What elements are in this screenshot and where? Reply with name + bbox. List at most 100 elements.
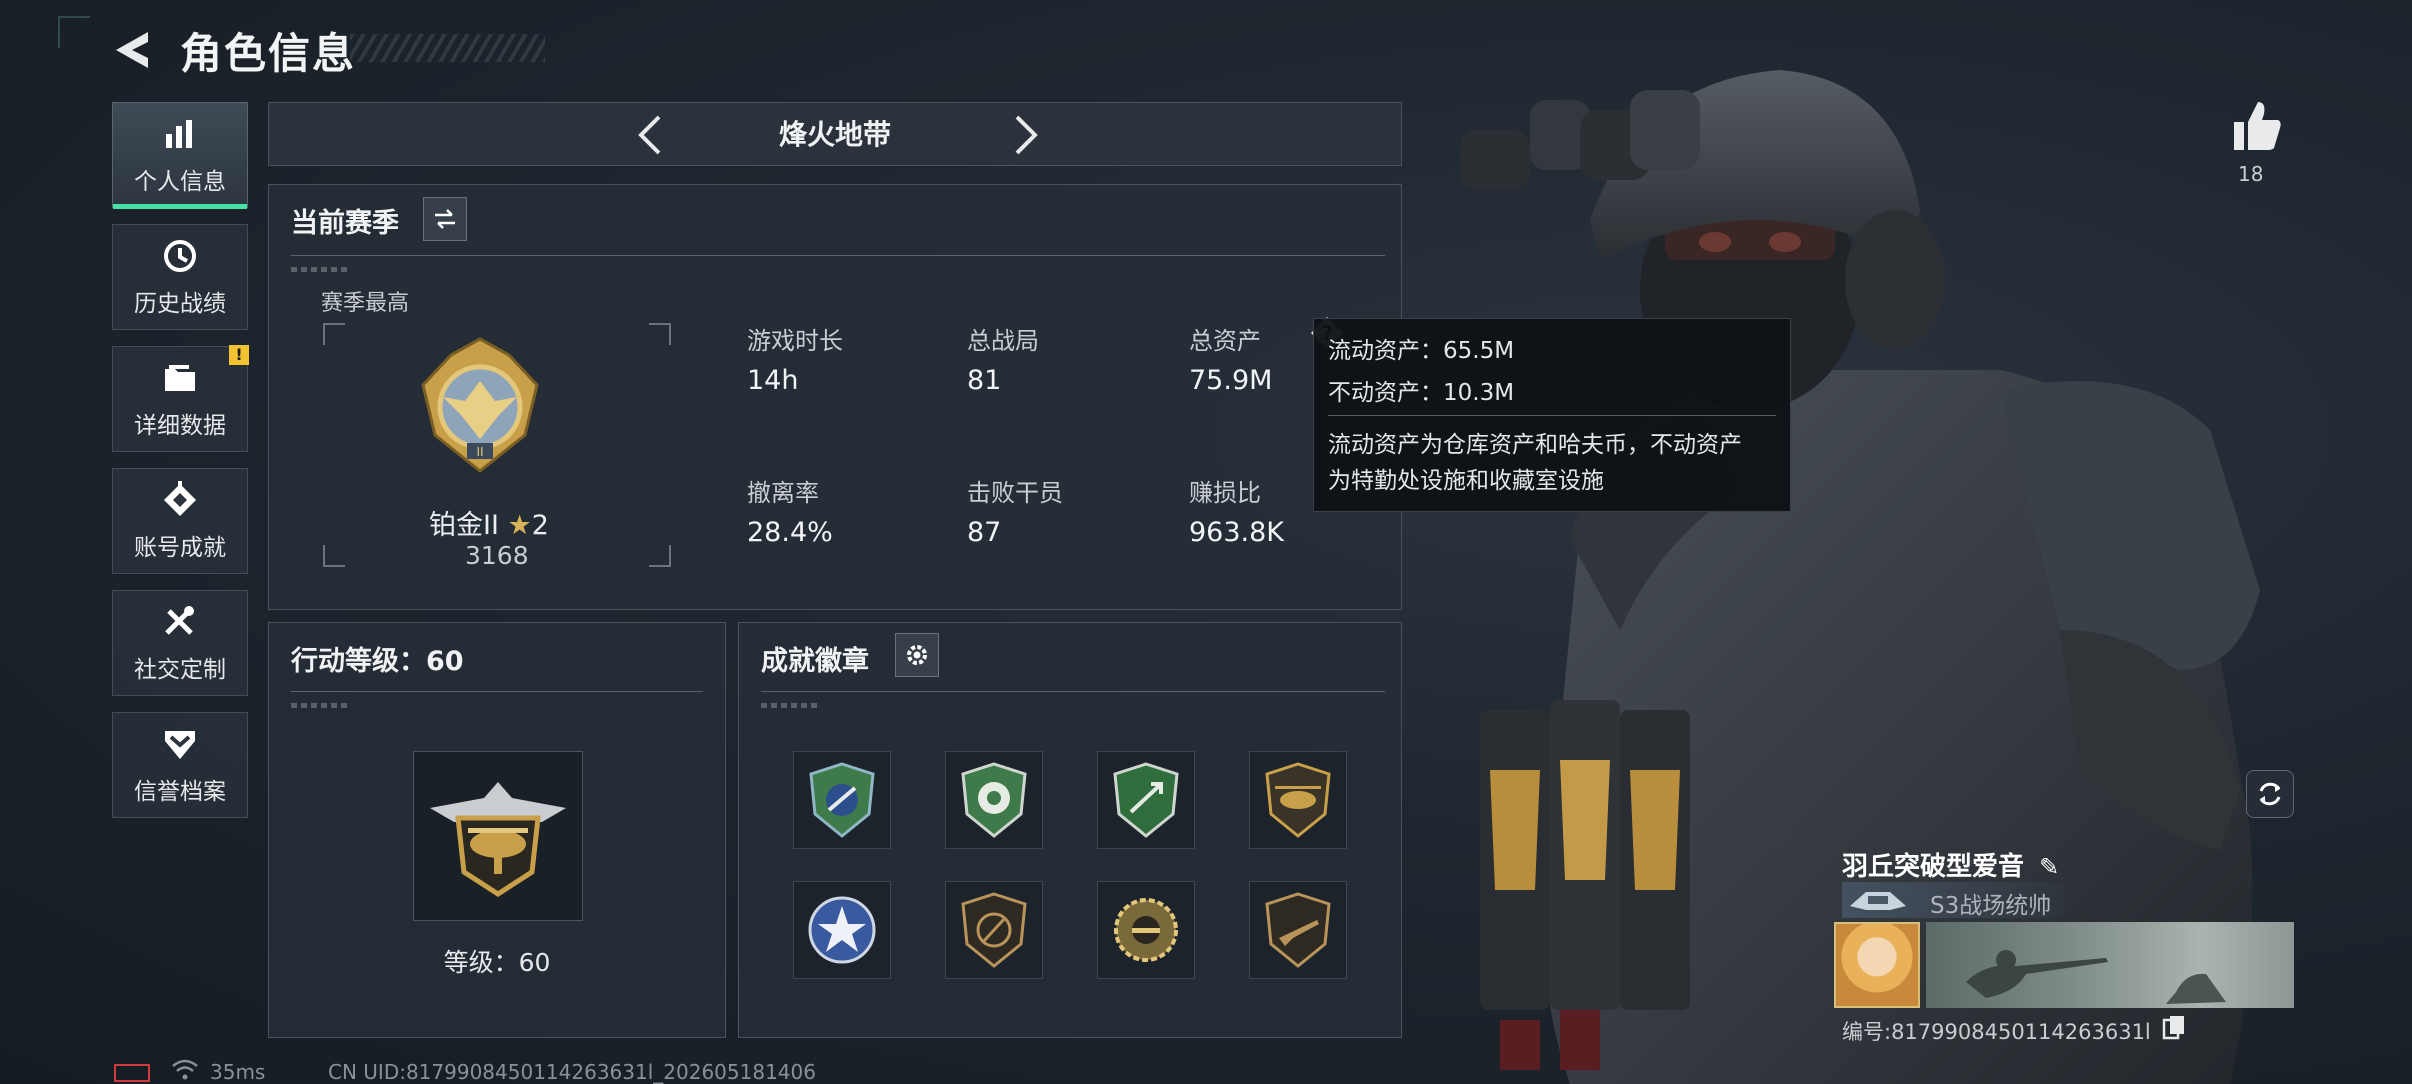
season-best-label: 赛季最高 <box>321 291 410 316</box>
refresh-button[interactable] <box>2246 770 2294 818</box>
action-level-title: 行动等级：60 <box>291 646 464 677</box>
achievement-badges-panel: 成就徽章 <box>738 622 1402 1038</box>
level-emblem-frame <box>413 751 583 921</box>
avatar[interactable] <box>1834 922 1920 1008</box>
like-button[interactable] <box>2226 96 2286 156</box>
badge-slot[interactable] <box>1249 881 1347 979</box>
stat-label-play-time: 游戏时长 <box>747 327 843 355</box>
back-button[interactable] <box>108 26 156 74</box>
player-name: 羽丘突破型爱音 ✎ <box>1842 846 2059 883</box>
title-emblem-icon <box>1850 892 1906 910</box>
title-stripes-decoration <box>350 34 545 62</box>
stat-label-kills: 击败干员 <box>967 479 1063 507</box>
nav-item-personal-info[interactable]: 个人信息 <box>112 102 248 209</box>
like-count: 18 <box>2238 162 2264 186</box>
badge-slot[interactable] <box>793 881 891 979</box>
nav-label: 账号成就 <box>134 535 226 561</box>
assets-description-line2: 为特勤处设施和收藏室设施 <box>1328 468 1604 494</box>
swap-icon <box>435 209 455 229</box>
nav-label: 详细数据 <box>134 413 226 439</box>
rank-tier: 铂金II <box>429 510 499 541</box>
mode-selector: 烽火地带 <box>268 102 1402 166</box>
divider-dots <box>291 267 351 272</box>
frame-corner <box>649 545 671 567</box>
rank-score: 3168 <box>465 541 529 570</box>
assets-tooltip: 流动资产：65.5M 不动资产：10.3M 流动资产为仓库资产和哈夫币，不动资产… <box>1313 318 1791 512</box>
tools-icon <box>160 602 200 642</box>
nav-item-social-custom[interactable]: 社交定制 <box>112 590 248 696</box>
bronze-rifle-badge-icon <box>1265 892 1331 968</box>
next-mode-button[interactable] <box>999 111 1047 159</box>
achievements-title: 成就徽章 <box>761 646 869 677</box>
gear-icon <box>907 645 927 665</box>
nav-label: 历史战绩 <box>134 291 226 317</box>
rank-stars: 2 <box>531 510 549 541</box>
level-text: 等级：60 <box>443 948 551 977</box>
battery-icon <box>114 1064 150 1082</box>
frame-corner <box>323 323 345 345</box>
badge-slot[interactable] <box>1249 751 1347 849</box>
divider <box>761 691 1385 692</box>
svg-text:II: II <box>476 445 483 459</box>
folder-icon <box>160 358 200 398</box>
nav-label: 信誉档案 <box>134 779 226 805</box>
rank-name: 铂金II ★2 <box>429 503 549 542</box>
bronze-shield-badge-icon <box>961 892 1027 968</box>
stat-label-profit-ratio: 赚损比 <box>1189 479 1261 507</box>
tooltip-divider <box>1328 415 1776 416</box>
profile-banner[interactable] <box>1926 922 2294 1008</box>
refresh-icon <box>2259 782 2281 806</box>
stat-value-play-time: 14h <box>747 365 799 396</box>
star-icon: ★ <box>507 510 532 541</box>
nav-item-detailed-data[interactable]: ! 详细数据 <box>112 345 249 452</box>
player-title: S3战场统帅 <box>1930 893 2052 919</box>
badge-settings-button[interactable] <box>895 633 939 677</box>
season-title: 当前赛季 <box>291 208 399 239</box>
stat-value-extract-rate: 28.4% <box>747 517 833 548</box>
divider <box>291 255 1385 256</box>
liquid-assets-text: 流动资产：65.5M <box>1328 338 1515 364</box>
gold-sunburst-badge-icon <box>1114 898 1178 962</box>
bar-chart-icon <box>160 114 200 154</box>
badge-slot[interactable] <box>793 751 891 849</box>
green-shield-badge-icon <box>809 762 875 838</box>
badge-slot[interactable] <box>945 881 1043 979</box>
frame-corner <box>323 545 345 567</box>
shield-chevron-icon <box>160 724 200 764</box>
platinum-rank-emblem-icon: II <box>421 337 539 473</box>
uid-text: CN UID:8179908450114263631l_202605181406 <box>328 1060 816 1084</box>
blue-star-badge-icon <box>808 896 876 964</box>
action-level-panel: 行动等级：60 等级：60 <box>268 622 726 1038</box>
edit-icon[interactable]: ✎ <box>2039 853 2059 881</box>
nav-item-history[interactable]: 历史战绩 <box>112 224 248 330</box>
frame-corner <box>649 323 671 345</box>
alert-badge: ! <box>229 345 249 365</box>
badge-slot[interactable] <box>945 751 1043 849</box>
stat-value-total-matches: 81 <box>967 365 1002 396</box>
player-id: 编号:8179908450114263631l <box>1842 1020 2151 1044</box>
soldier-banner-image <box>1966 950 2226 1004</box>
nav-item-achievements[interactable]: 账号成就 <box>112 468 248 574</box>
assets-description-line1: 流动资产为仓库资产和哈夫币，不动资产 <box>1328 432 1742 458</box>
stat-value-profit-ratio: 963.8K <box>1189 517 1285 548</box>
page-title: 角色信息 <box>180 29 357 78</box>
helicopter-badge-icon <box>1265 762 1331 838</box>
helicopter-level-emblem-icon <box>430 782 566 897</box>
player-name-text: 羽丘突破型爱音 <box>1842 852 2025 882</box>
nav-item-credit-archive[interactable]: 信誉档案 <box>112 712 248 818</box>
badge-slot[interactable] <box>1097 881 1195 979</box>
switch-season-button[interactable] <box>423 197 467 241</box>
current-season-panel: 当前赛季 赛季最高 II 铂金II ★2 3168 游戏时长 14h 总战局 8… <box>268 184 1402 610</box>
divider-dots <box>761 703 821 708</box>
divider-dots <box>291 703 351 708</box>
achievement-icon <box>160 480 200 520</box>
divider <box>291 691 703 692</box>
copy-icon[interactable] <box>2162 1014 2186 1040</box>
stat-label-total-matches: 总战局 <box>967 327 1039 355</box>
green-flower-badge-icon <box>961 762 1027 838</box>
green-arrows-badge-icon <box>1113 762 1179 838</box>
nav-label: 社交定制 <box>134 657 226 683</box>
badge-slot[interactable] <box>1097 751 1195 849</box>
mode-title: 烽火地带 <box>778 118 891 151</box>
nav-label: 个人信息 <box>134 169 226 195</box>
